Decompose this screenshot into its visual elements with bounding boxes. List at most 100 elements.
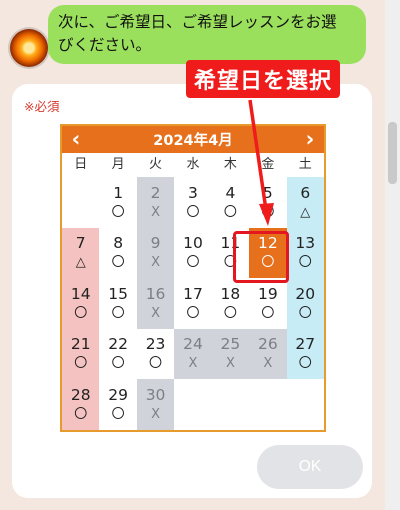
calendar-day-cell[interactable]: 5〇: [249, 177, 286, 228]
required-label: ※必須: [24, 99, 60, 114]
availability-mark: X: [151, 255, 161, 271]
day-number: 4: [225, 183, 236, 202]
availability-mark: X: [151, 305, 161, 321]
calendar-day-cell[interactable]: 19 〇: [249, 278, 286, 329]
day-number: 20: [295, 284, 316, 303]
calendar-empty-cell: [174, 379, 212, 430]
day-number: 11: [220, 234, 241, 253]
calendar-day-cell[interactable]: 12 〇: [249, 227, 287, 278]
scrollbar-thumb[interactable]: [388, 122, 397, 184]
day-number: 14: [70, 284, 91, 303]
availability-mark: X: [151, 406, 161, 422]
day-number: 28: [70, 385, 91, 404]
calendar-day-cell[interactable]: 23 〇: [137, 329, 174, 380]
day-number: 3: [188, 183, 198, 202]
availability-mark: 〇: [223, 305, 237, 321]
calendar-day-cell[interactable]: 7 △: [62, 227, 100, 278]
availability-mark: 〇: [223, 204, 237, 220]
calendar-day-cell[interactable]: 4〇: [212, 177, 249, 228]
availability-mark: 〇: [186, 305, 200, 321]
day-number: 8: [113, 234, 124, 253]
next-month-button[interactable]: ›: [296, 126, 324, 153]
calendar-day-cell[interactable]: 28 〇: [62, 379, 100, 430]
day-number: 2: [150, 183, 161, 202]
calendar-day-cell[interactable]: 8〇: [99, 228, 136, 279]
calendar-day-cell[interactable]: 10 〇: [174, 228, 211, 279]
calendar-day-cell[interactable]: 17 〇: [174, 278, 211, 329]
calendar-day-cell[interactable]: 29 〇: [99, 379, 136, 430]
prev-month-button[interactable]: ‹: [62, 126, 90, 153]
availability-mark: 〇: [111, 356, 125, 372]
calendar-day-cell[interactable]: 20 〇: [286, 278, 324, 329]
calendar-empty-cell: [249, 379, 287, 430]
weekday-label: 木: [223, 157, 237, 172]
day-number: 30: [145, 385, 166, 404]
day-number: 1: [113, 183, 124, 202]
availability-mark: X: [151, 204, 161, 220]
calendar-month-title: 2024年4月: [153, 133, 233, 149]
availability-mark: 〇: [298, 305, 312, 321]
day-number: 23: [145, 335, 166, 354]
day-number: 5: [262, 183, 273, 202]
day-number: 9: [150, 234, 161, 253]
weekday-label: 日: [74, 157, 88, 172]
calendar-header: ‹ 2024年4月 ›: [62, 126, 324, 153]
day-number: 7: [75, 234, 86, 253]
calendar-day-cell: 9X: [136, 227, 175, 278]
availability-mark: X: [263, 356, 273, 372]
chat-message-line-1: 次に、ご希望日、ご希望レッスンをお選: [58, 13, 337, 31]
calendar-day-cell: 30 X: [136, 379, 175, 430]
availability-mark: 〇: [298, 255, 312, 271]
weekday-label: 月: [111, 157, 125, 172]
calendar-day-cell[interactable]: 13 〇: [286, 227, 324, 278]
weekday-label: 土: [298, 157, 312, 172]
weekday-label: 金: [261, 157, 275, 172]
calendar-day-cell[interactable]: 14 〇: [62, 278, 100, 329]
availability-mark: X: [225, 356, 235, 372]
day-number: 27: [295, 335, 316, 354]
chat-message-bubble: 次に、ご希望日、ご希望レッスンをお選 びください。: [48, 5, 366, 64]
calendar-day-cell[interactable]: 21 〇: [62, 328, 100, 379]
weekday-label: 火: [149, 157, 163, 172]
calendar-day-cell: 16 X: [136, 278, 175, 329]
availability-mark: 〇: [74, 356, 88, 372]
day-number: 12: [257, 234, 278, 253]
day-number: 19: [257, 284, 278, 303]
day-number: 16: [145, 284, 166, 303]
calendar-day-cell: 25 X: [211, 328, 250, 379]
calendar: ‹ 2024年4月 › 日 月 火 水 木 金 土 1 〇 2 X 3 〇 4 〇 5 〇 6 △ 7 △…: [60, 124, 326, 432]
calendar-empty-cell: [62, 177, 100, 228]
availability-mark: 〇: [261, 305, 275, 321]
availability-mark: 〇: [261, 204, 275, 220]
day-number: 24: [183, 335, 203, 354]
calendar-day-cell: 2X: [136, 177, 175, 228]
availability-mark: 〇: [298, 356, 312, 372]
ok-button[interactable]: OK: [257, 445, 363, 489]
calendar-day-cell[interactable]: 3〇: [174, 177, 211, 228]
bot-avatar-icon: [10, 29, 48, 67]
availability-mark: 〇: [186, 255, 200, 271]
calendar-day-cell[interactable]: 1〇: [99, 177, 136, 228]
calendar-empty-cell: [211, 379, 250, 430]
availability-mark: 〇: [111, 305, 125, 321]
calendar-day-cell[interactable]: 18 〇: [212, 278, 249, 329]
day-number: 17: [183, 284, 203, 303]
calendar-day-cell[interactable]: 11 〇: [212, 228, 249, 279]
day-number: 22: [108, 335, 128, 354]
calendar-day-grid: 1 〇 2 X 3 〇 4 〇 5 〇 6 △ 7 △ 8 〇 9 X 10 〇 11 〇 12 〇 13 〇 14 〇 15 〇 16 X 1…: [62, 177, 324, 430]
calendar-empty-cell: [286, 379, 324, 430]
day-number: 21: [70, 335, 91, 354]
calendar-day-cell: 26 X: [249, 328, 287, 379]
day-number: 26: [257, 335, 278, 354]
availability-mark: 〇: [111, 255, 125, 271]
day-number: 25: [220, 335, 241, 354]
availability-mark: 〇: [111, 204, 125, 220]
day-number: 15: [108, 284, 128, 303]
calendar-day-cell[interactable]: 27 〇: [286, 328, 324, 379]
day-number: 29: [108, 385, 128, 404]
page-scrollbar[interactable]: [385, 0, 400, 510]
calendar-day-cell: 24 X: [174, 328, 212, 379]
calendar-day-cell[interactable]: 6 △: [286, 177, 324, 228]
calendar-day-cell[interactable]: 22 〇: [99, 329, 136, 380]
calendar-day-cell[interactable]: 15 〇: [99, 278, 136, 329]
